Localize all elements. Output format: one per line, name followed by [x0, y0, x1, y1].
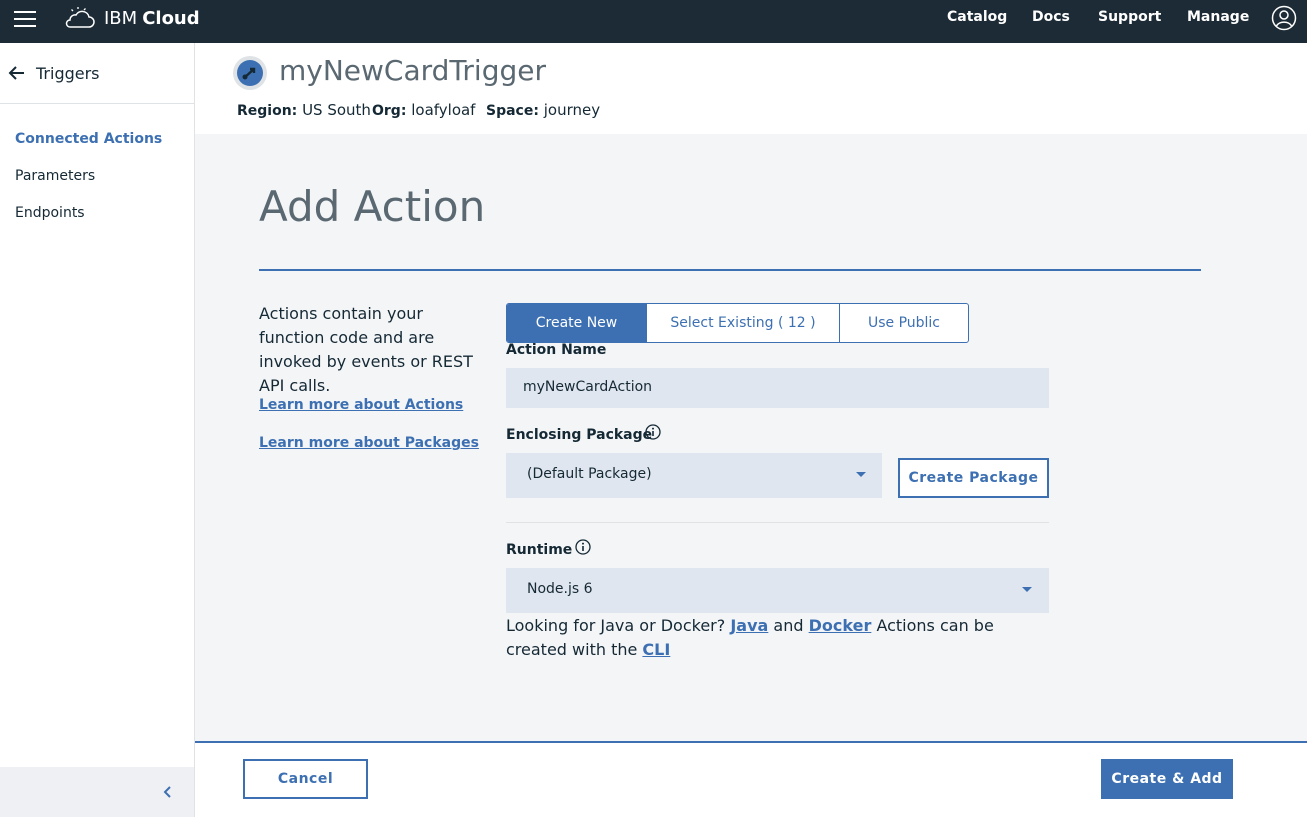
- chevron-down-icon: [1022, 587, 1032, 592]
- chevron-left-icon: [163, 786, 171, 798]
- footer-actions: Cancel Create & Add: [195, 741, 1307, 817]
- back-label: Triggers: [36, 64, 100, 83]
- region-label: Region:: [237, 103, 298, 119]
- action-source-tabs: Create New Select Existing ( 12 ) Use Pu…: [506, 303, 969, 343]
- title-divider: [259, 269, 1201, 271]
- docker-link[interactable]: Docker: [809, 616, 872, 635]
- action-name-label: Action Name: [506, 342, 607, 358]
- region-value: US South: [302, 101, 371, 119]
- top-navigation-bar: IBM Cloud Catalog Docs Support Manage: [0, 0, 1307, 43]
- learn-more-actions-link[interactable]: Learn more about Actions: [259, 397, 463, 413]
- tab-select-existing[interactable]: Select Existing ( 12 ): [647, 304, 840, 342]
- nav-catalog[interactable]: Catalog: [947, 9, 1007, 25]
- nav-docs[interactable]: Docs: [1032, 9, 1070, 25]
- runtime-value: Node.js 6: [527, 581, 593, 597]
- sidebar-item-connected-actions[interactable]: Connected Actions: [15, 131, 162, 147]
- runtime-label: Runtime: [506, 542, 573, 558]
- hamburger-menu-icon[interactable]: [14, 11, 36, 29]
- brand-cloud: Cloud: [142, 7, 200, 29]
- org-label: Org:: [372, 103, 407, 119]
- sidebar: Triggers Connected Actions Parameters En…: [0, 43, 195, 817]
- java-link[interactable]: Java: [730, 616, 768, 635]
- actions-description: Actions contain your function code and a…: [259, 304, 473, 395]
- arrow-left-icon: [8, 66, 24, 80]
- main-content: Add Action Actions contain your function…: [195, 134, 1307, 741]
- section-title: Add Action: [259, 182, 486, 231]
- enclosing-package-value: (Default Package): [527, 466, 652, 482]
- section-divider: [506, 522, 1049, 523]
- brand-name: IBM Cloud: [104, 8, 200, 29]
- hint-and: and: [773, 616, 804, 635]
- page-header: myNewCardTrigger Region: US South Org: l…: [195, 43, 1307, 134]
- chevron-down-icon: [856, 472, 866, 477]
- tab-use-public[interactable]: Use Public: [840, 304, 968, 342]
- ibm-cloud-logo[interactable]: IBM Cloud: [64, 5, 200, 31]
- tab-create-new[interactable]: Create New: [507, 304, 647, 342]
- page-title: myNewCardTrigger: [279, 54, 546, 87]
- space-value: journey: [543, 101, 601, 119]
- cli-link[interactable]: CLI: [642, 640, 670, 659]
- sidebar-item-parameters[interactable]: Parameters: [15, 168, 95, 184]
- hint-prefix: Looking for Java or Docker?: [506, 616, 726, 635]
- info-icon[interactable]: [645, 424, 661, 440]
- org-info: Org: loafyloaf: [372, 101, 475, 119]
- trigger-icon: [233, 56, 267, 90]
- collapse-sidebar-button[interactable]: [0, 767, 194, 817]
- nav-support[interactable]: Support: [1098, 9, 1161, 25]
- back-to-triggers[interactable]: Triggers: [0, 43, 194, 104]
- enclosing-package-label: Enclosing Package: [506, 427, 653, 443]
- cancel-button[interactable]: Cancel: [243, 759, 368, 799]
- info-icon[interactable]: [575, 539, 591, 555]
- space-info: Space: journey: [486, 101, 600, 119]
- org-value: loafyloaf: [411, 101, 476, 119]
- nav-manage[interactable]: Manage: [1187, 9, 1249, 25]
- brand-ibm: IBM: [104, 7, 138, 29]
- sidebar-item-endpoints[interactable]: Endpoints: [15, 205, 85, 221]
- action-name-value: myNewCardAction: [523, 379, 653, 395]
- action-name-input[interactable]: myNewCardAction: [506, 368, 1049, 408]
- runtime-select[interactable]: Node.js 6: [506, 568, 1049, 613]
- learn-more-packages-link[interactable]: Learn more about Packages: [259, 435, 479, 451]
- java-docker-hint: Looking for Java or Docker? Java and Doc…: [506, 614, 1054, 662]
- create-package-button[interactable]: Create Package: [898, 458, 1049, 498]
- enclosing-package-select[interactable]: (Default Package): [506, 453, 882, 498]
- region-info: Region: US South: [237, 101, 371, 119]
- create-and-add-button[interactable]: Create & Add: [1101, 759, 1233, 799]
- user-avatar-icon[interactable]: [1271, 5, 1297, 31]
- cloud-logo-icon: [65, 7, 95, 28]
- space-label: Space:: [486, 103, 539, 119]
